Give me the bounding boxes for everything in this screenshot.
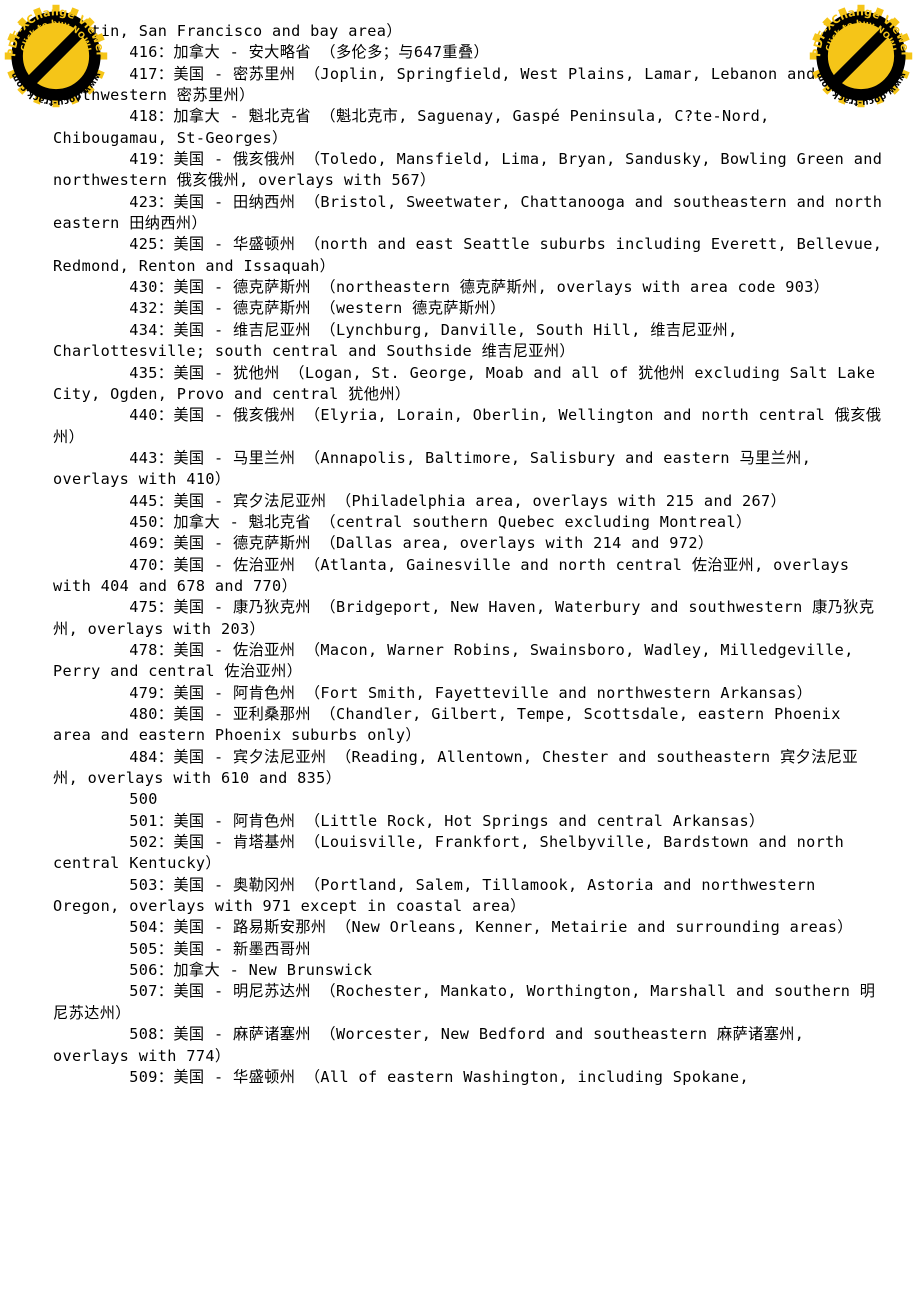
area-code-entry: 443：美国 - 马里兰州 （Annapolis, Baltimore, Sal… [53,448,821,489]
area-code-entry: 423：美国 - 田纳西州 （Bristol, Sweetwater, Chat… [53,192,892,233]
area-code-entry: 450：加拿大 - 魁北克省 （central southern Quebec … [53,512,752,531]
area-code-entry: 478：美国 - 佐治亚州 （Macon, Warner Robins, Swa… [53,640,864,681]
area-code-entry: Quentin, San Francisco and bay area） [53,22,402,40]
area-code-entry: 470：美国 - 佐治亚州 （Atlanta, Gainesville and … [53,555,859,595]
area-code-entry: 500 [53,790,158,809]
area-code-entry: 430：美国 - 德克萨斯州 （northeastern 德克萨斯州, over… [53,278,830,297]
area-code-entry: 480：美国 - 亚利桑那州 （Chandler, Gilbert, Tempe… [53,705,851,745]
area-code-entry: 425：美国 - 华盛顿州 （north and east Seattle su… [53,235,892,275]
area-code-entry: 501：美国 - 阿肯色州 （Little Rock, Hot Springs … [53,811,765,830]
area-code-list: Quentin, San Francisco and bay area） 416… [53,21,883,1088]
area-code-entry: 416：加拿大 - 安大略省 （多伦多；与647重叠） [53,43,490,62]
area-code-entry: 440：美国 - 俄亥俄州 （Elyria, Lorain, Oberlin, … [53,406,882,446]
area-code-entry: 475：美国 - 康乃狄克州 （Bridgeport, New Haven, W… [53,598,875,638]
area-code-entry: 479：美国 - 阿肯色州 （Fort Smith, Fayetteville … [53,683,813,702]
area-code-entry: 484：美国 - 宾夕法尼亚州 （Reading, Allentown, Che… [53,747,858,788]
area-code-entry: 503：美国 - 奥勒冈州 （Portland, Salem, Tillamoo… [53,875,826,916]
area-code-entry: 505：美国 - 新墨西哥州 [53,939,311,958]
area-code-entry: 418：加拿大 - 魁北克省 （魁北克市, Saguenay, Gaspé Pe… [53,107,780,147]
area-code-entry: 434：美国 - 维吉尼亚州 （Lynchburg, Danville, Sou… [53,320,748,361]
area-code-entry: 502：美国 - 肯塔基州 （Louisville, Frankfort, Sh… [53,833,854,873]
area-code-entry: 417：美国 - 密苏里州 （Joplin, Springfield, West… [53,64,826,105]
area-code-entry: 435：美国 - 犹他州 （Logan, St. George, Moab an… [53,363,885,403]
area-code-entry: 469：美国 - 德克萨斯州 （Dallas area, overlays wi… [53,534,714,553]
area-code-entry: 504：美国 - 路易斯安那州 （New Orleans, Kenner, Me… [53,918,853,937]
pdf-page: Quentin, San Francisco and bay area） 416… [0,0,920,1302]
area-code-entry: 506：加拿大 - New Brunswick [53,961,373,980]
area-code-entry: 445：美国 - 宾夕法尼亚州 （Philadelphia area, over… [53,491,787,510]
area-code-entry: 419：美国 - 俄亥俄州 （Toledo, Mansfield, Lima, … [53,150,892,190]
area-code-entry: 508：美国 - 麻萨诸塞州 （Worcester, New Bedford a… [53,1025,814,1065]
area-code-entry: 507：美国 - 明尼苏达州 （Rochester, Mankato, Wort… [53,982,876,1022]
area-code-entry: 509：美国 - 华盛顿州 （All of eastern Washington… [53,1067,749,1086]
area-code-entry: 432：美国 - 德克萨斯州 （western 德克萨斯州） [53,299,506,318]
